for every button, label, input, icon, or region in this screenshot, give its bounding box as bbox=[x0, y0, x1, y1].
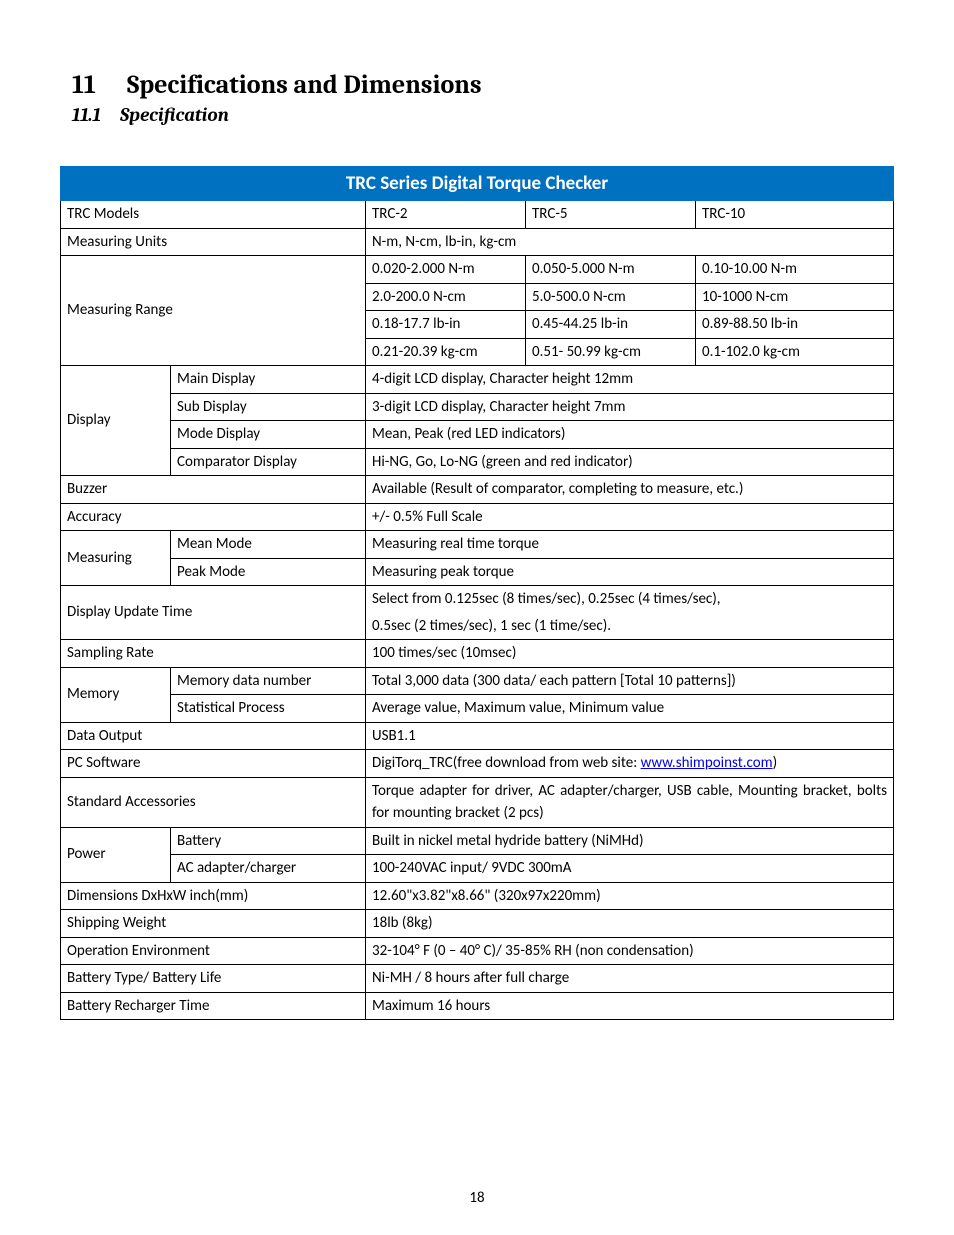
table-row: Dimensions DxHxW inch(mm) 12.60"x3.82"x8… bbox=[61, 882, 894, 910]
subsection-heading: 11.1Specification bbox=[60, 104, 894, 126]
table-row: Buzzer Available (Result of comparator, … bbox=[61, 476, 894, 504]
table-row: Memory Memory data number Total 3,000 da… bbox=[61, 667, 894, 695]
row-label: Measuring Units bbox=[61, 228, 366, 256]
table-row: TRC Models TRC-2 TRC-5 TRC-10 bbox=[61, 201, 894, 229]
row-label: TRC Models bbox=[61, 201, 366, 229]
row-label: Power bbox=[61, 827, 171, 882]
row-label: Measuring bbox=[61, 531, 171, 586]
row-label: Dimensions DxHxW inch(mm) bbox=[61, 882, 366, 910]
table-row: Measuring Range 0.020-2.000 N-m 0.050-5.… bbox=[61, 256, 894, 284]
row-label: Measuring Range bbox=[61, 256, 366, 366]
table-row: Measuring Mean Mode Measuring real time … bbox=[61, 531, 894, 559]
table-row: Measuring Units N-m, N-cm, lb-in, kg-cm bbox=[61, 228, 894, 256]
page-number: 18 bbox=[0, 1189, 954, 1207]
table-row: Comparator Display Hi-NG, Go, Lo-NG (gre… bbox=[61, 448, 894, 476]
row-label: Display Update Time bbox=[61, 586, 366, 640]
table-row: Power Battery Built in nickel metal hydr… bbox=[61, 827, 894, 855]
row-label: Standard Accessories bbox=[61, 777, 366, 827]
table-row: Sampling Rate 100 times/sec (10msec) bbox=[61, 640, 894, 668]
table-row: Display Update Time Select from 0.125sec… bbox=[61, 586, 894, 613]
row-label: Memory bbox=[61, 667, 171, 722]
table-row: Data Output USB1.1 bbox=[61, 722, 894, 750]
row-label: Shipping Weight bbox=[61, 910, 366, 938]
table-row: Shipping Weight 18lb (8kg) bbox=[61, 910, 894, 938]
pc-software-link[interactable]: www.shimpoinst.com bbox=[641, 754, 773, 772]
table-row: Mode Display Mean, Peak (red LED indicat… bbox=[61, 421, 894, 449]
spec-table: TRC Series Digital Torque Checker TRC Mo… bbox=[60, 166, 894, 1020]
row-label: Data Output bbox=[61, 722, 366, 750]
row-label: Display bbox=[61, 366, 171, 476]
table-row: Display Main Display 4-digit LCD display… bbox=[61, 366, 894, 394]
table-row: PC Software DigiTorq_TRC(free download f… bbox=[61, 750, 894, 778]
table-row: Accuracy +/- 0.5% Full Scale bbox=[61, 503, 894, 531]
row-label: PC Software bbox=[61, 750, 366, 778]
row-label: Accuracy bbox=[61, 503, 366, 531]
section-heading: 11Specifications and Dimensions bbox=[60, 70, 894, 100]
table-title-row: TRC Series Digital Torque Checker bbox=[61, 167, 894, 201]
row-label: Operation Environment bbox=[61, 937, 366, 965]
row-label: Sampling Rate bbox=[61, 640, 366, 668]
table-row: Battery Type/ Battery Life Ni-MH / 8 hou… bbox=[61, 965, 894, 993]
table-row: Sub Display 3-digit LCD display, Charact… bbox=[61, 393, 894, 421]
table-row: Operation Environment 32-104° F (0 – 40°… bbox=[61, 937, 894, 965]
table-row: Battery Recharger Time Maximum 16 hours bbox=[61, 992, 894, 1020]
row-label: Buzzer bbox=[61, 476, 366, 504]
row-label: Battery Recharger Time bbox=[61, 992, 366, 1020]
table-row: Statistical Process Average value, Maxim… bbox=[61, 695, 894, 723]
table-title: TRC Series Digital Torque Checker bbox=[61, 167, 894, 201]
table-row: Standard Accessories Torque adapter for … bbox=[61, 777, 894, 827]
table-row: AC adapter/charger 100-240VAC input/ 9VD… bbox=[61, 855, 894, 883]
table-row: Peak Mode Measuring peak torque bbox=[61, 558, 894, 586]
row-label: Battery Type/ Battery Life bbox=[61, 965, 366, 993]
